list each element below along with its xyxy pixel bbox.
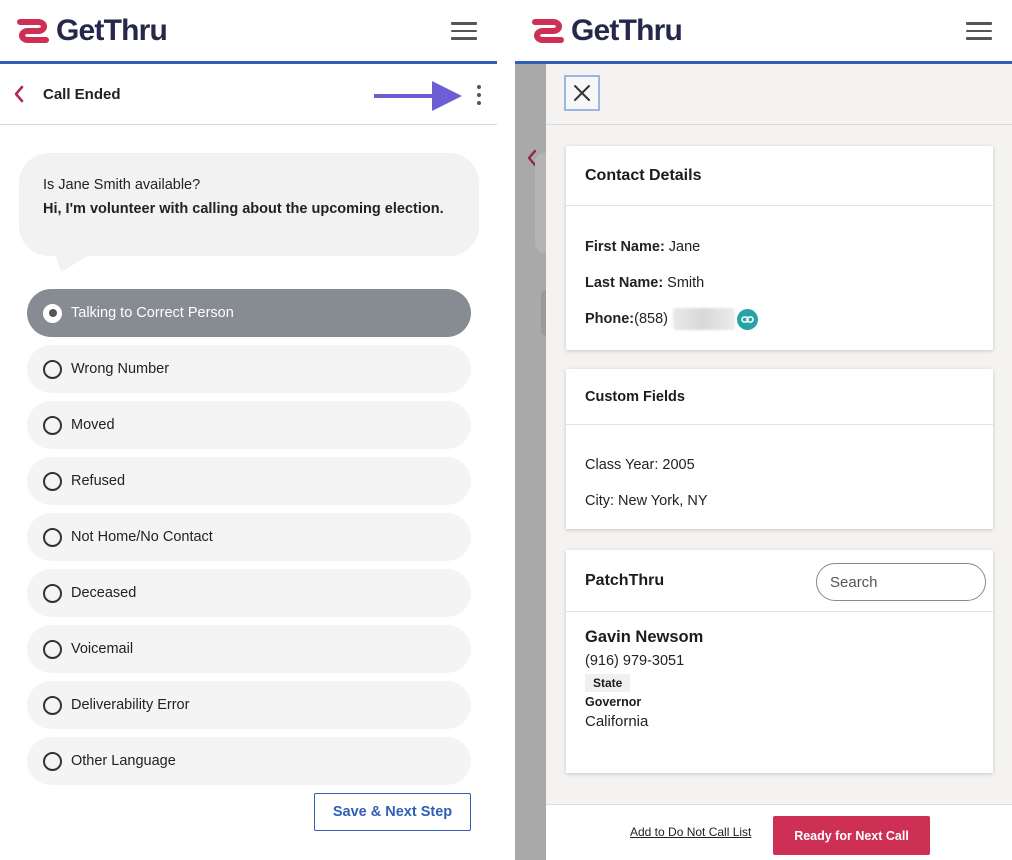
phone-area-code: (858) (634, 311, 668, 327)
page-title: Call Ended (43, 86, 121, 103)
option-deliverability-error[interactable]: Deliverability Error (27, 681, 471, 729)
patchthru-title: PatchThru (585, 571, 665, 589)
logo-text: GetThru (56, 14, 168, 47)
bubble-tail (55, 254, 91, 272)
option-label: Voicemail (71, 641, 134, 657)
sheet-footer: Add to Do Not Call List Ready for Next C… (546, 804, 1012, 860)
hamburger-menu-icon[interactable] (451, 22, 477, 40)
chain-link-icon (741, 315, 754, 323)
phone-label: Phone: (585, 311, 635, 327)
arrow-right-icon (374, 81, 462, 111)
logo-mark-icon (532, 19, 564, 43)
do-not-call-link[interactable]: Add to Do Not Call List (630, 825, 751, 839)
contact-details-card: Contact Details First Name: Jane Last Nam… (566, 146, 993, 350)
custom-field: Class Year: 2005 (585, 457, 695, 473)
target-phone: (916) 979-3051 (585, 653, 685, 669)
hamburger-menu-icon[interactable] (966, 22, 992, 40)
screenshot-divider (497, 0, 515, 860)
custom-field: City: New York, NY (585, 493, 708, 509)
redacted-phone (673, 308, 735, 330)
radio-icon[interactable] (43, 471, 62, 491)
option-not-home[interactable]: Not Home/No Contact (27, 513, 471, 561)
kebab-menu-icon[interactable] (472, 82, 486, 108)
card-title: Contact Details (566, 146, 993, 206)
patchthru-target: Gavin Newsom (916) 979-3051 State Govern… (566, 628, 993, 730)
first-name-value: Jane (668, 239, 701, 255)
contact-fields: First Name: Jane Last Name: Smith Phone: (8… (566, 206, 993, 337)
first-name-row: First Name: Jane (585, 229, 974, 265)
card-title: PatchThru (566, 550, 993, 612)
option-label: Refused (71, 473, 126, 489)
chevron-left-icon[interactable] (12, 84, 26, 104)
logo-mark-icon (17, 19, 49, 43)
target-level-badge: State (585, 674, 631, 692)
call-toolbar: Call Ended (0, 64, 497, 125)
call-result-screen: GetThru Call Ended Is Jane Smith availab… (0, 0, 497, 860)
radio-icon[interactable] (43, 751, 62, 771)
script-bubble: Is Jane Smith available? Hi, I'm volunte… (19, 153, 479, 256)
radio-selected-icon[interactable] (43, 303, 62, 323)
script-line: Hi, I'm volunteer with calling about the… (43, 201, 444, 217)
last-name-label: Last Name: (585, 275, 664, 291)
option-label: Moved (71, 417, 115, 433)
first-name-label: First Name: (585, 239, 665, 255)
option-refused[interactable]: Refused (27, 457, 471, 505)
link-icon[interactable] (737, 308, 758, 330)
option-label: Wrong Number (71, 361, 170, 377)
option-moved[interactable]: Moved (27, 401, 471, 449)
sheet-header (546, 64, 1012, 125)
save-next-step-button[interactable]: Save & Next Step (314, 793, 471, 831)
last-name-row: Last Name: Smith (585, 265, 974, 301)
getthru-logo: GetThru (531, 13, 683, 49)
option-deceased[interactable]: Deceased (27, 569, 471, 617)
app-header: GetThru (515, 0, 1012, 64)
custom-fields-card: Custom Fields Class Year: 2005 City: New… (566, 369, 993, 529)
contact-sheet: Contact Details First Name: Jane Last Nam… (546, 64, 1012, 860)
last-name-value: Smith (667, 275, 705, 291)
option-label: Other Language (71, 753, 176, 769)
contact-details-screen: GetThru Contact Details First Name: Jane … (515, 0, 1012, 860)
option-other-language[interactable]: Other Language (27, 737, 471, 785)
close-button[interactable] (564, 75, 600, 111)
option-label: Talking to Correct Person (71, 305, 234, 321)
call-result-options: Talking to Correct Person Wrong Number M… (27, 289, 471, 793)
option-label: Deceased (71, 585, 137, 601)
radio-icon[interactable] (43, 639, 62, 659)
option-talking-to-correct-person[interactable]: Talking to Correct Person (27, 289, 471, 337)
target-location: California (585, 713, 649, 730)
target-name: Gavin Newsom (585, 628, 704, 646)
radio-icon[interactable] (43, 695, 62, 715)
option-voicemail[interactable]: Voicemail (27, 625, 471, 673)
option-wrong-number[interactable]: Wrong Number (27, 345, 471, 393)
target-role: Governor (585, 695, 642, 709)
close-icon (574, 85, 590, 101)
getthru-logo: GetThru (16, 13, 168, 49)
option-label: Not Home/No Contact (71, 529, 213, 545)
custom-fields-list: Class Year: 2005 City: New York, NY (566, 425, 993, 519)
option-label: Deliverability Error (71, 697, 190, 713)
logo-text: GetThru (571, 14, 683, 47)
radio-icon[interactable] (43, 415, 62, 435)
ready-for-next-call-button[interactable]: Ready for Next Call (773, 816, 930, 855)
overlay-shadow (535, 153, 546, 253)
radio-icon[interactable] (43, 583, 62, 603)
script-question: Is Jane Smith available? (43, 177, 201, 193)
radio-icon[interactable] (43, 527, 62, 547)
patchthru-search-input[interactable] (816, 563, 986, 601)
patchthru-card: PatchThru Gavin Newsom (916) 979-3051 St… (566, 550, 993, 773)
radio-icon[interactable] (43, 359, 62, 379)
phone-row: Phone: (858) (585, 301, 974, 337)
card-title: Custom Fields (566, 369, 993, 425)
app-header: GetThru (0, 0, 497, 64)
